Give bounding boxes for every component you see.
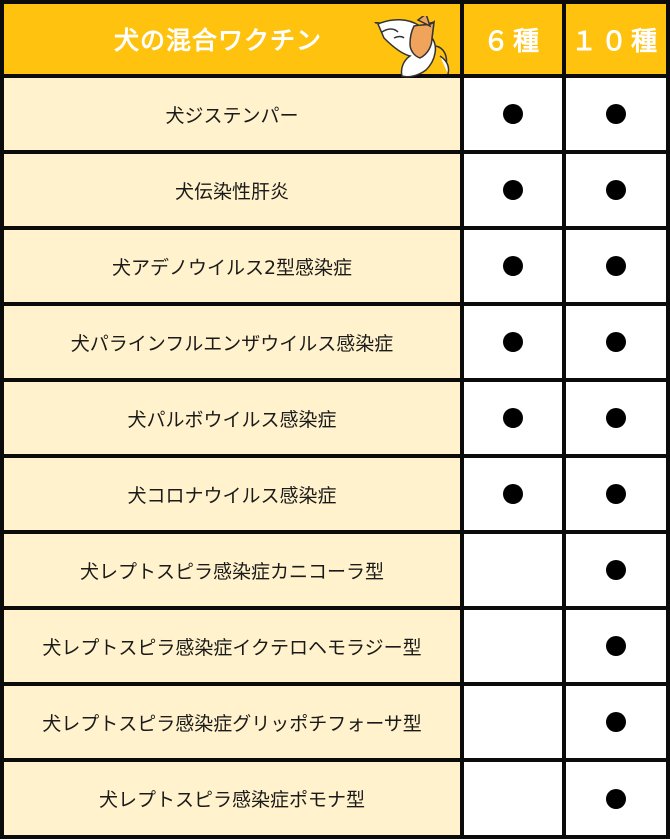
mark-cell-10 (566, 458, 666, 530)
disease-name: 犬アデノウイルス2型感染症 (111, 256, 353, 279)
mark-cell-6 (464, 610, 562, 682)
mark-cell-6 (464, 306, 562, 378)
disease-name: 犬レプトスピラ感染症ポモナ型 (98, 789, 365, 811)
mark-cell-10 (566, 154, 666, 226)
filled-circle-icon (606, 256, 626, 276)
table-row-name-cell: 犬パルボウイルス感染症 (4, 382, 460, 454)
column-header-6: ６種 (464, 4, 562, 74)
table-row-name-cell: 犬レプトスピラ感染症イクテロヘモラジー型 (4, 610, 460, 682)
mark-cell-10 (566, 230, 666, 302)
mark-cell-6 (464, 78, 562, 150)
mark-cell-6 (464, 762, 562, 835)
disease-name: 犬レプトスピラ感染症グリッポチフォーサ型 (42, 712, 422, 735)
table-row-name-cell: 犬アデノウイルス2型感染症 (4, 230, 460, 302)
filled-circle-icon (606, 104, 626, 124)
table-row-name-cell: 犬コロナウイルス感染症 (4, 458, 460, 530)
filled-circle-icon (606, 560, 626, 580)
mark-cell-6 (464, 230, 562, 302)
table-row-name-cell: 犬レプトスピラ感染症ポモナ型 (4, 762, 460, 835)
disease-name: 犬伝染性肝炎 (174, 180, 289, 203)
filled-circle-icon (503, 104, 523, 124)
column-title-6: ６種 (482, 26, 543, 57)
filled-circle-icon (606, 636, 626, 656)
mark-cell-10 (566, 306, 666, 378)
disease-name: 犬レプトスピラ感染症カニコーラ型 (79, 560, 384, 583)
mark-cell-10 (566, 610, 666, 682)
table-row-name-cell: 犬レプトスピラ感染症グリッポチフォーサ型 (4, 686, 460, 758)
vaccine-table: 犬の混合ワクチン ６種 １０種 犬ジステンパー 犬伝染性肝炎犬アデノウイルス2型感… (0, 0, 670, 839)
filled-circle-icon (606, 484, 626, 504)
table-title: 犬の混合ワクチン (114, 26, 323, 55)
filled-circle-icon (503, 408, 523, 428)
mark-cell-10 (566, 686, 666, 758)
disease-name: 犬パルボウイルス感染症 (127, 408, 337, 431)
table-title-cell: 犬の混合ワクチン (4, 4, 460, 78)
filled-circle-icon (606, 788, 626, 809)
disease-name: 犬レプトスピラ感染症イクテロヘモラジー型 (42, 636, 422, 659)
mark-cell-6 (464, 154, 562, 226)
disease-name: 犬ジステンパー (165, 104, 299, 127)
mark-cell-10 (566, 78, 666, 150)
mark-cell-6 (464, 382, 562, 454)
table-row-name-cell: 犬レプトスピラ感染症カニコーラ型 (4, 534, 460, 606)
table-row-name-cell: 犬伝染性肝炎 (4, 154, 460, 226)
filled-circle-icon (503, 484, 523, 504)
column-header-10: １０種 (566, 4, 666, 74)
mark-cell-10 (566, 382, 666, 454)
column-title-10: １０種 (570, 26, 661, 57)
fox-icon (374, 16, 450, 78)
mark-cell-6 (464, 686, 562, 758)
disease-name: 犬コロナウイルス感染症 (127, 484, 337, 507)
mark-cell-6 (464, 458, 562, 530)
mark-cell-10 (566, 762, 666, 835)
mark-cell-10 (566, 534, 666, 606)
filled-circle-icon (606, 180, 626, 200)
mark-cell-6 (464, 534, 562, 606)
filled-circle-icon (606, 408, 626, 428)
filled-circle-icon (503, 180, 523, 200)
table-row-name-cell: 犬パラインフルエンザウイルス感染症 (4, 306, 460, 378)
disease-name: 犬パラインフルエンザウイルス感染症 (70, 332, 394, 355)
filled-circle-icon (606, 712, 626, 732)
filled-circle-icon (503, 256, 523, 276)
table-row-name-cell: 犬ジステンパー (4, 78, 460, 150)
filled-circle-icon (606, 332, 626, 352)
filled-circle-icon (503, 332, 523, 352)
